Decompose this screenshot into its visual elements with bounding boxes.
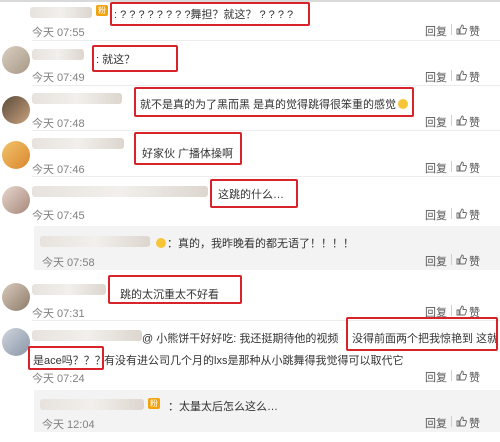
reply-button-6[interactable]: 回复 bbox=[425, 253, 447, 269]
reply-button-8[interactable]: 回复 bbox=[425, 369, 447, 385]
like-button-1[interactable]: 赞 bbox=[456, 24, 484, 38]
comment-time-1: 今天 07:55 bbox=[32, 27, 85, 39]
thumbs-up-icon bbox=[456, 370, 467, 381]
comment-time-7: 今天 07:31 bbox=[32, 308, 85, 320]
comment-divider bbox=[32, 85, 500, 86]
username-blurred bbox=[30, 7, 92, 18]
like-button-3[interactable]: 赞 bbox=[456, 115, 484, 129]
username-blurred bbox=[32, 138, 124, 149]
highlight-box-1 bbox=[110, 2, 310, 26]
comment-text-8a: @ 小熊饼干好好吃: 我还挺期待他的视频 bbox=[142, 333, 339, 345]
thumbs-up-icon bbox=[456, 254, 467, 265]
reply-button-3[interactable]: 回复 bbox=[425, 114, 447, 130]
thumbs-up-icon bbox=[456, 161, 467, 172]
comment-time-5: 今天 07:45 bbox=[32, 210, 85, 222]
thumbs-up-icon bbox=[456, 208, 467, 219]
like-button-5[interactable]: 赞 bbox=[456, 208, 484, 222]
user-avatar[interactable] bbox=[2, 96, 30, 124]
reply-button-5[interactable]: 回复 bbox=[425, 207, 447, 223]
highlight-box-8 bbox=[28, 346, 104, 370]
like-button-8[interactable]: 赞 bbox=[456, 370, 484, 384]
like-button-9[interactable]: 赞 bbox=[456, 416, 484, 430]
action-separator bbox=[451, 161, 452, 172]
thumbs-up-icon bbox=[456, 115, 467, 126]
user-avatar[interactable] bbox=[2, 186, 30, 214]
user-avatar[interactable] bbox=[2, 141, 30, 169]
comment-divider bbox=[32, 176, 500, 177]
sub-reply-time-1: 今天 07:58 bbox=[42, 257, 95, 269]
thumbs-up-icon bbox=[456, 24, 467, 35]
user-avatar[interactable] bbox=[2, 328, 30, 356]
action-separator bbox=[451, 115, 452, 126]
thumbs-up-icon bbox=[456, 70, 467, 81]
reply-button-2[interactable]: 回复 bbox=[425, 69, 447, 85]
highlight-box-5 bbox=[210, 179, 298, 208]
username-blurred bbox=[32, 186, 208, 197]
highlight-box-2 bbox=[92, 45, 178, 72]
thumbs-up-icon bbox=[456, 416, 467, 427]
username-blurred bbox=[32, 49, 84, 60]
like-button-4[interactable]: 赞 bbox=[456, 161, 484, 175]
like-button-2[interactable]: 赞 bbox=[456, 70, 484, 84]
comment-divider bbox=[32, 130, 500, 131]
reply-button-4[interactable]: 回复 bbox=[425, 160, 447, 176]
badge: 粉 bbox=[96, 5, 108, 16]
comment-time-3: 今天 07:48 bbox=[32, 118, 85, 130]
username-blurred bbox=[40, 236, 150, 247]
reply-button-1[interactable]: 回复 bbox=[425, 23, 447, 39]
sub-reply-text-1: ：真的，我昨晚看的都无语了！！！！ bbox=[156, 235, 354, 251]
comment-text-8d: 有没有进公司几个月的lxs是那种从小跳舞得我觉得可以取代它 bbox=[104, 355, 404, 367]
action-separator bbox=[451, 305, 452, 316]
action-separator bbox=[451, 416, 452, 427]
comment-divider bbox=[32, 40, 500, 41]
action-separator bbox=[451, 24, 452, 35]
comment-time-2: 今天 07:49 bbox=[32, 72, 85, 84]
action-separator bbox=[451, 254, 452, 265]
comment-time-4: 今天 07:46 bbox=[32, 164, 85, 176]
user-avatar[interactable] bbox=[2, 46, 30, 74]
username-blurred bbox=[40, 399, 144, 410]
highlight-box-6 bbox=[108, 275, 242, 304]
highlight-box-7 bbox=[346, 317, 498, 351]
comment-time-8: 今天 07:24 bbox=[32, 373, 85, 385]
highlight-box-3 bbox=[134, 87, 414, 117]
like-button-6[interactable]: 赞 bbox=[456, 254, 484, 268]
username-blurred bbox=[32, 93, 122, 104]
username-blurred bbox=[32, 330, 142, 341]
user-avatar[interactable] bbox=[2, 283, 30, 311]
sub-reply-time-2: 今天 12:04 bbox=[42, 419, 95, 431]
action-separator bbox=[451, 370, 452, 381]
reply-button-9[interactable]: 回复 bbox=[425, 415, 447, 431]
username-blurred bbox=[32, 284, 106, 295]
badge: 粉 bbox=[148, 398, 160, 409]
like-button-7[interactable]: 赞 bbox=[456, 305, 484, 319]
action-separator bbox=[451, 208, 452, 219]
thumbs-up-icon bbox=[456, 305, 467, 316]
emoji-icon bbox=[156, 238, 166, 248]
sub-reply-text-2: ：太量太后怎么这么… bbox=[168, 401, 278, 413]
action-separator bbox=[451, 70, 452, 81]
highlight-box-4 bbox=[134, 132, 242, 165]
